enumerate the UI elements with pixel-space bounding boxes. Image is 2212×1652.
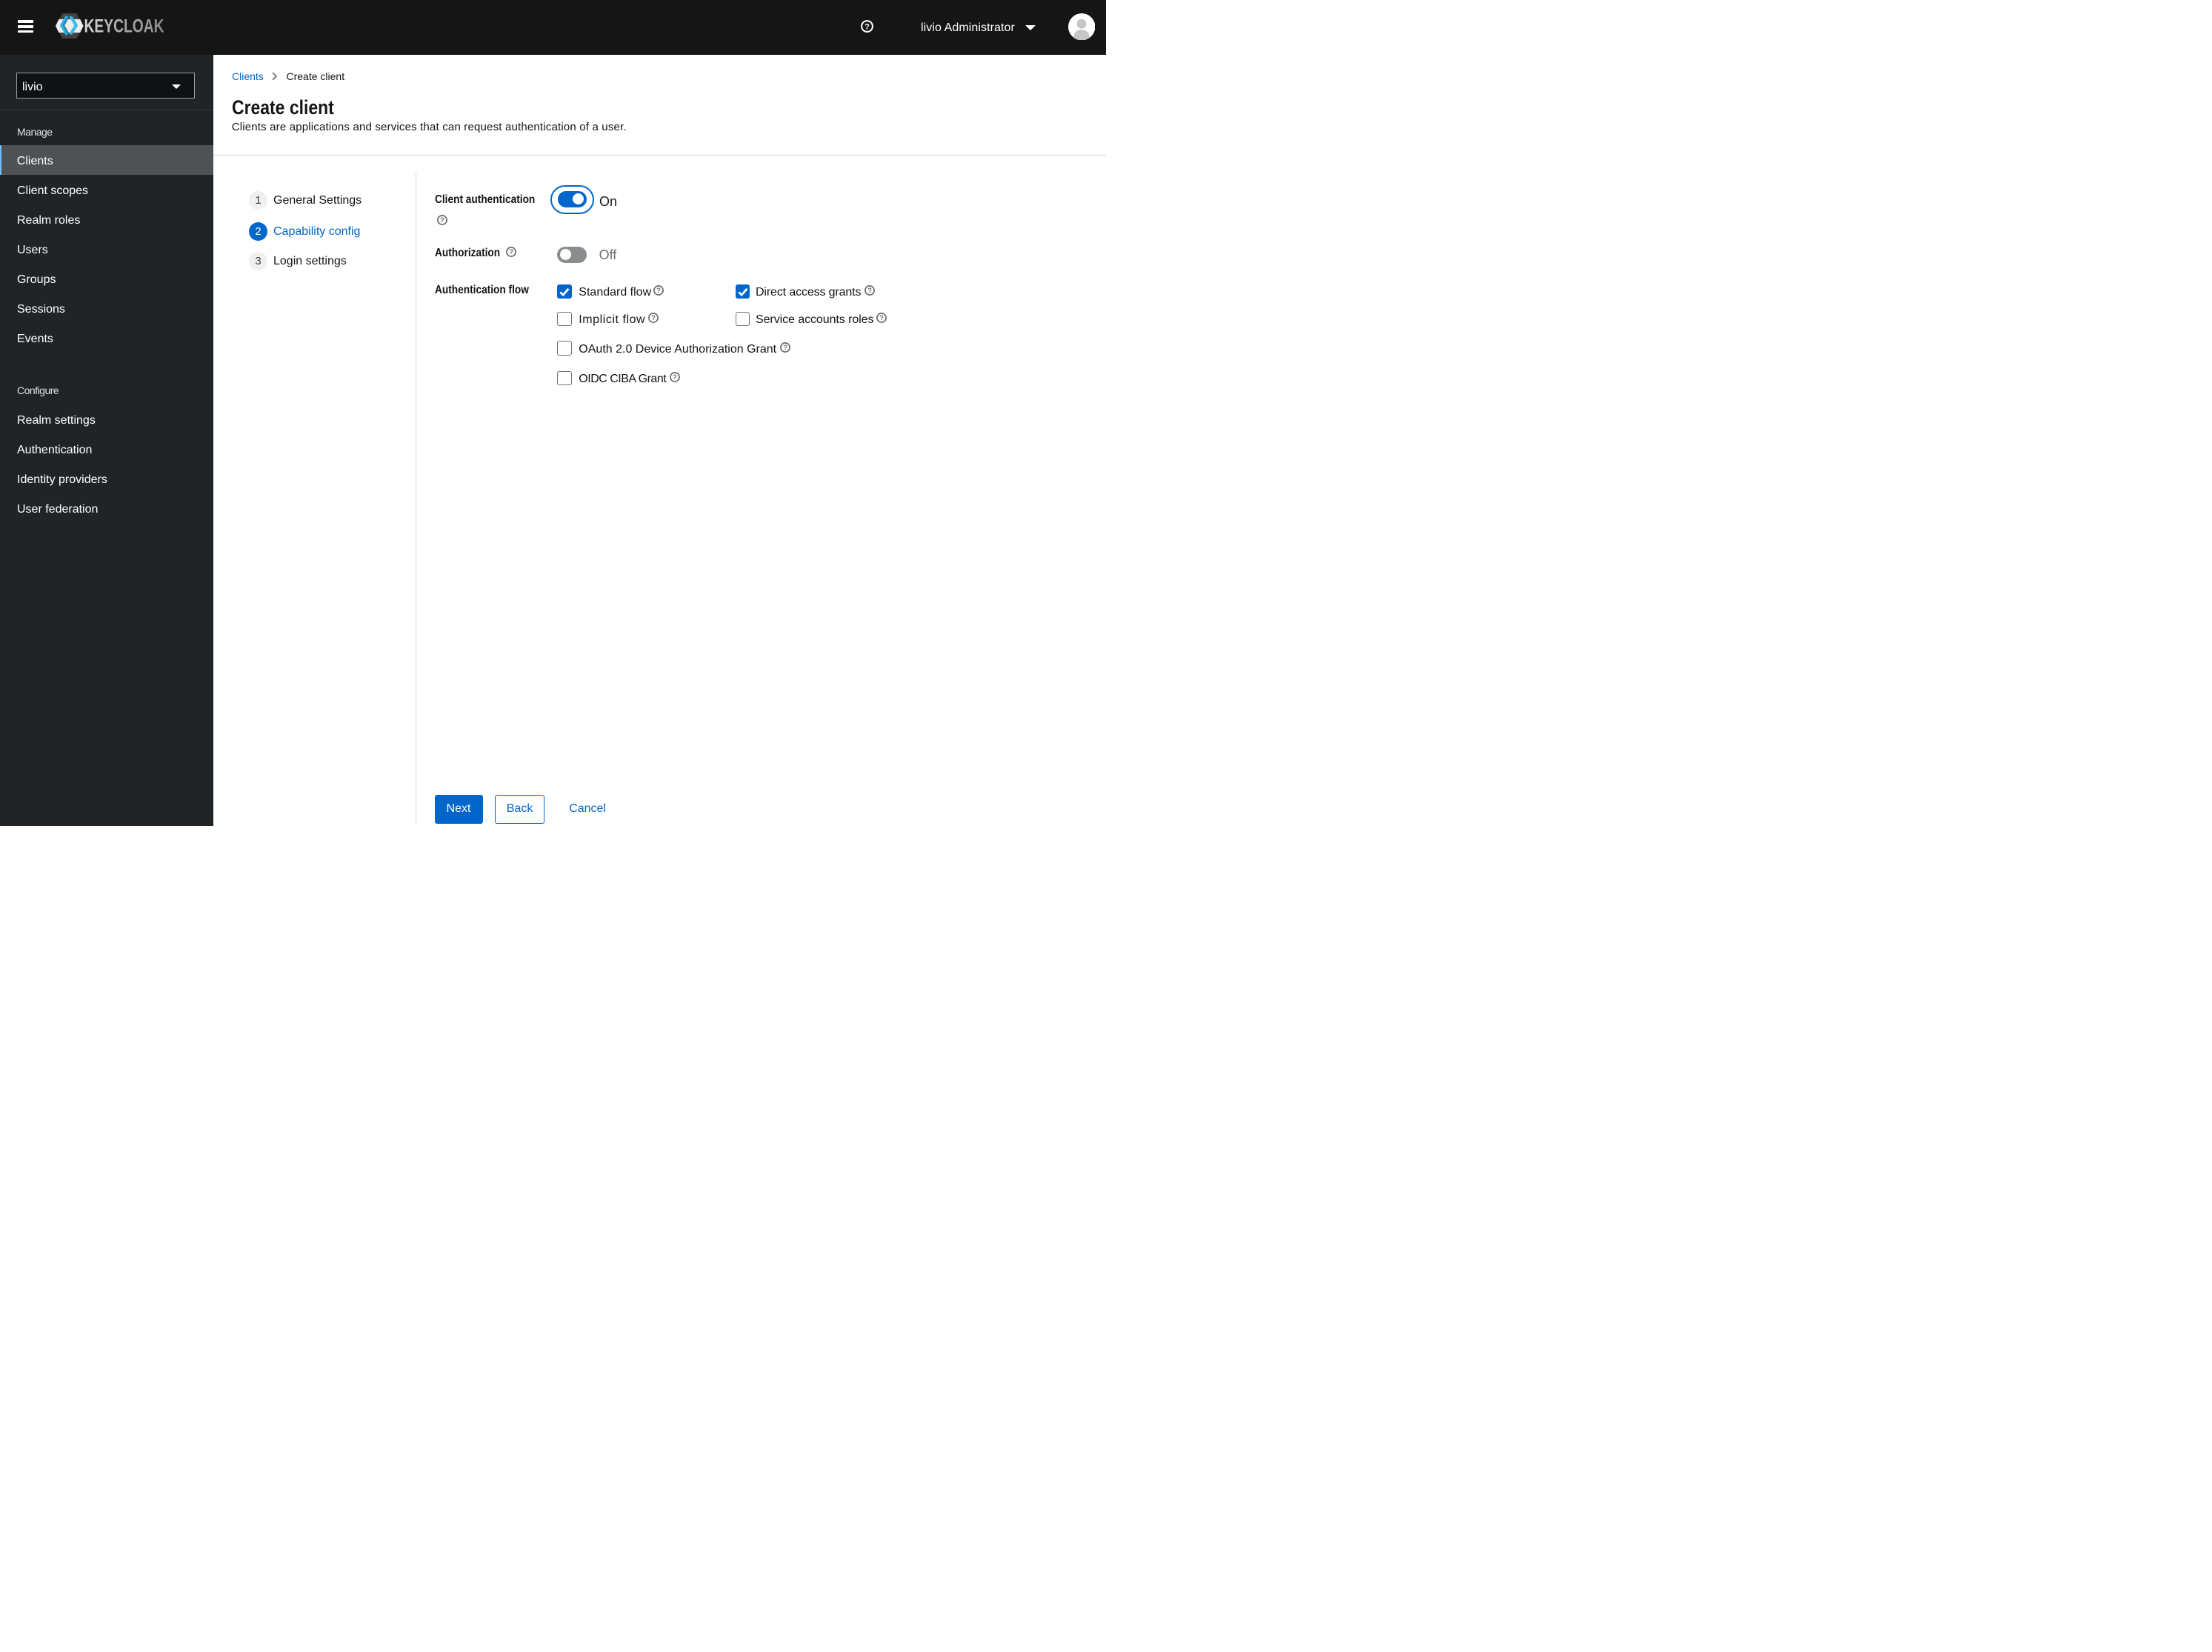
svg-text:?: ? (867, 287, 872, 295)
svg-text:KEYCLOAK: KEYCLOAK (84, 16, 164, 37)
svg-text:?: ? (651, 314, 656, 322)
svg-text:?: ? (783, 344, 787, 352)
svg-text:?: ? (865, 22, 870, 31)
svg-text:?: ? (656, 287, 661, 295)
svg-text:?: ? (673, 373, 677, 382)
svg-text:?: ? (440, 216, 444, 224)
svg-text:?: ? (509, 248, 513, 256)
svg-text:?: ? (879, 314, 884, 322)
